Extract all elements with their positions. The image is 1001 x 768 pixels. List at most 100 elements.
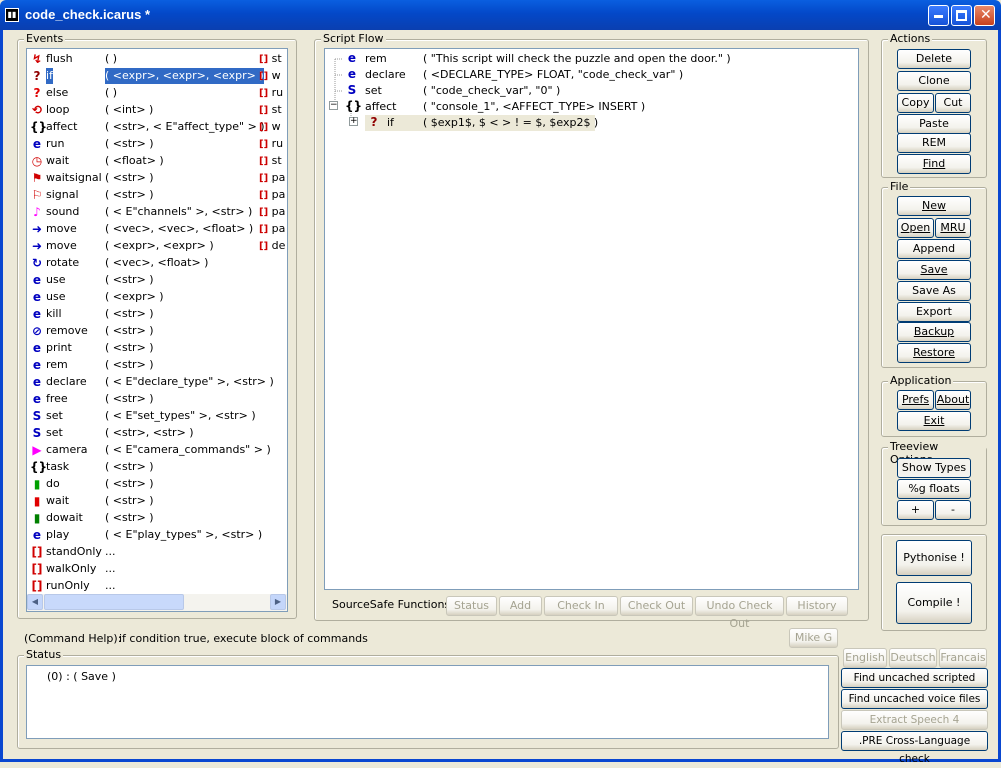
event-name: kill [46,307,62,320]
event-item-set[interactable]: Sset ( < E"set_types" >, <str> ) [29,408,259,425]
event-args: ( <str> ) [105,392,154,405]
mru-button[interactable]: MRU [935,218,971,238]
expand-button[interactable]: + [897,500,934,520]
show-types-toggle[interactable]: Show Types [897,458,971,478]
event-item-do[interactable]: ▮ do ( <str> ) [29,476,259,493]
flow-node-if[interactable]: ? if ( $exp1$, $ < > ! = $, $exp2$ ) [365,115,599,131]
sourcesafe-history-button[interactable]: History [786,596,848,616]
scroll-thumb[interactable] [44,594,184,610]
g-floats-toggle[interactable]: %g floats [897,479,971,499]
event-item-print[interactable]: e print ( <str> ) [29,340,259,357]
event-item-if[interactable]: ? if ( <expr>, <expr>, <expr> ) [29,68,264,85]
event-item-loop[interactable]: ⟲ loop ( <int> ) [29,102,259,119]
exit-button[interactable]: Exit [897,411,971,431]
pythonise-button[interactable]: Pythonise ! [896,540,972,576]
save-as-button[interactable]: Save As [897,281,971,301]
event-item-else[interactable]: ? else ( ) [29,85,259,102]
compile-button[interactable]: Compile ! [896,582,972,624]
about-button[interactable]: About [935,390,971,410]
expand-icon[interactable]: + [349,117,358,126]
bracket-icon: [] [259,54,272,65]
event-item-remove[interactable]: ⊘ remove ( <str> ) [29,323,259,340]
extract-speech-button[interactable]: Extract Speech 4 translation [841,710,988,744]
collapse-icon[interactable]: − [329,101,338,110]
clone-button[interactable]: Clone [897,71,971,91]
event-item-camera[interactable]: ▶ camera ( < E"camera_commands" > ) [29,442,270,459]
event-item-affect[interactable]: {} affect ( <str>, < E"affect_type" > ) [29,119,265,136]
lang-francais-button[interactable]: Francais [939,648,987,668]
sourcesafe-undo-check-out-button[interactable]: Undo Check Out [695,596,784,630]
events-hscrollbar[interactable]: ◀ ▶ [27,594,287,611]
restore-button[interactable]: Restore [897,343,971,363]
event-item-task[interactable]: {} task ( <str> ) [29,459,259,476]
bracket-icon: [] [31,562,43,576]
event-item-move[interactable]: ➜ move ( <expr>, <expr> ) [29,238,259,255]
event-name: free [46,392,68,405]
script-flow-tree[interactable]: e rem ( "This script will check the puzzle… [324,48,859,590]
status-output[interactable]: (0) : ( Save ) [26,665,829,739]
user-button[interactable]: Mike G [789,628,838,648]
bracket-icon: [] [259,207,272,218]
event-item-walkOnly[interactable]: [] walkOnly... [29,561,259,578]
scroll-right-icon[interactable]: ▶ [270,594,286,610]
event-item-standOnly[interactable]: [] standOnly... [29,544,259,561]
event-name: rotate [46,256,80,269]
event-item-set[interactable]: Sset ( <str>, <str> ) [29,425,259,442]
event-args: ( <str> ) [105,324,154,337]
event-item-sound[interactable]: ♪ sound ( < E"channels" >, <str> ) [29,204,259,221]
find-uncached-audio-button[interactable]: Find uncached scripted audio [841,668,988,702]
append-button[interactable]: Append [897,239,971,259]
sourcesafe-check-in-button[interactable]: Check In [544,596,618,616]
maximize-button[interactable] [951,5,972,26]
event-item-declare[interactable]: e declare ( < E"declare_type" >, <str> ) [29,374,274,391]
backup-button[interactable]: Backup [897,322,971,342]
find-uncached-voice-button[interactable]: Find uncached voice files [841,689,988,709]
paste-button[interactable]: Paste [897,114,971,134]
find-button[interactable]: Find [897,154,971,174]
event-item-waitsignal[interactable]: ⚑ waitsignal( <str> ) [29,170,259,187]
event-item-wait[interactable]: ▮ wait ( <str> ) [29,493,259,510]
flow-node-args: ( $exp1$, $ < > ! = $, $exp2$ ) [423,116,599,129]
event-item-run[interactable]: e run ( <str> ) [29,136,259,153]
event-name: sound [46,205,80,218]
open-button[interactable]: Open [897,218,934,238]
event-item-move[interactable]: ➜ move ( <vec>, <vec>, <float> ) [29,221,259,238]
events-list[interactable]: ↯ flush ( )? if ( <expr>, <expr>, <expr> )? e… [26,48,288,612]
event-item-runOnly[interactable]: [] runOnly... [29,578,259,595]
copy-button[interactable]: Copy [897,93,934,113]
event-column2-text: ru [271,86,284,99]
event-item-dowait[interactable]: ▮ dowait ( <str> ) [29,510,259,527]
run-icon: e [32,137,42,151]
app-icon[interactable]: ▮▮ [5,8,19,22]
new-button[interactable]: New [897,196,971,216]
scroll-left-icon[interactable]: ◀ [27,594,43,610]
close-button[interactable]: ✕ [974,5,995,26]
lang-english-button[interactable]: English [843,648,887,668]
event-item-flush[interactable]: ↯ flush ( ) [29,51,259,68]
event-item-play[interactable]: e play ( < E"play_types" >, <str> ) [29,527,262,544]
prefs-button[interactable]: Prefs [897,390,934,410]
event-item-use[interactable]: e use ( <str> ) [29,272,259,289]
collapse-button[interactable]: - [935,500,971,520]
event-item-use[interactable]: e use ( <expr> ) [29,289,259,306]
event-item-free[interactable]: e free ( <str> ) [29,391,259,408]
sourcesafe-check-out-button[interactable]: Check Out [620,596,693,616]
event-item-rotate[interactable]: ↻ rotate ( <vec>, <float> ) [29,255,259,272]
event-item-signal[interactable]: ⚐ signal ( <str> ) [29,187,259,204]
export-button[interactable]: Export [897,302,971,322]
minimize-button[interactable] [928,5,949,26]
event-args: ( <vec>, <vec>, <float> ) [105,222,254,235]
event-item-rem[interactable]: e rem ( <str> ) [29,357,259,374]
lang-deutsch-button[interactable]: Deutsch [889,648,937,668]
event-item-kill[interactable]: e kill ( <str> ) [29,306,259,323]
sourcesafe-status-button[interactable]: Status [446,596,497,616]
task-icon: {} [30,460,48,474]
bracket-icon: [] [259,173,272,184]
cut-button[interactable]: Cut [935,93,971,113]
delete-button[interactable]: Delete [897,49,971,69]
rem-button[interactable]: REM [897,133,971,153]
save-button[interactable]: Save [897,260,971,280]
event-item-wait[interactable]: ◷ wait ( <float> ) [29,153,259,170]
sourcesafe-add-button[interactable]: Add [499,596,542,616]
pre-check-button[interactable]: .PRE Cross-Language check [841,731,988,765]
